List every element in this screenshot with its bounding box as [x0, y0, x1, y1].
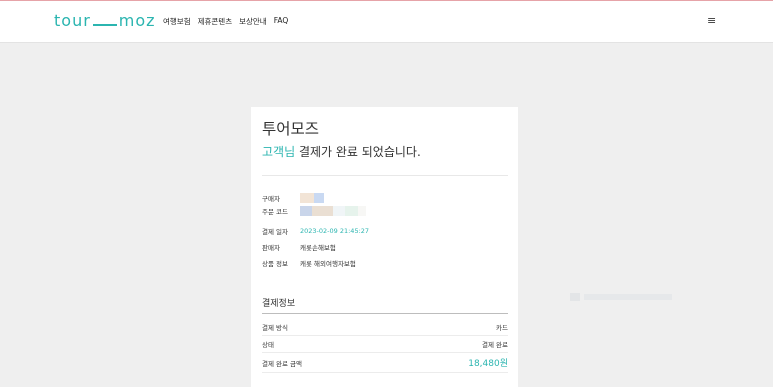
card-divider	[262, 175, 508, 176]
product-label: 상품 정보	[262, 260, 288, 268]
product-row: 상품 정보 캐롯 해외여행자보험	[262, 258, 356, 268]
order-code-row: 주문 코드	[262, 206, 366, 216]
faded-side-element	[570, 292, 674, 301]
hamburger-menu-icon[interactable]: ≡	[707, 14, 716, 27]
faded-block-text	[584, 293, 672, 300]
payment-status-row: 상태 결제 완료	[262, 336, 508, 353]
logo-text-left: tour	[54, 11, 91, 30]
brand-title: 투어모즈	[262, 120, 320, 138]
payment-amount-label: 결제 완료 금액	[262, 359, 303, 368]
payment-method-label: 결제 방식	[262, 324, 288, 332]
logo-text-right: moz	[118, 11, 156, 30]
top-navigation-bar: tour moz 여행보험 제휴콘텐츠 보상안내 FAQ ≡	[0, 1, 773, 43]
payment-method-row: 결제 방식 카드	[262, 319, 508, 336]
nav-compensation-guide[interactable]: 보상안내	[239, 16, 267, 27]
payment-info-line	[262, 313, 508, 314]
main-nav: 여행보험 제휴콘텐츠 보상안내 FAQ	[163, 16, 288, 27]
buyer-label: 구매자	[262, 195, 280, 203]
nav-faq[interactable]: FAQ	[274, 16, 289, 27]
payment-date-row: 결제 일자 2023-02-09 21:45:27	[262, 226, 369, 236]
payment-status-value: 결제 완료	[482, 341, 508, 349]
tourmoz-logo[interactable]: tour moz	[54, 11, 156, 30]
payment-method-value: 카드	[496, 324, 508, 332]
buyer-row: 구매자	[262, 193, 324, 203]
logo-underline	[92, 23, 117, 26]
customer-label: 고객님	[262, 145, 296, 159]
nav-partner-content[interactable]: 제휴콘텐츠	[198, 16, 233, 27]
faded-block-icon	[570, 292, 580, 301]
nav-travel-insurance[interactable]: 여행보험	[163, 16, 191, 27]
order-code-label: 주문 코드	[262, 208, 288, 216]
payment-complete-card: 투어모즈 고객님 결제가 완료 되었습니다. 구매자 주문 코드 결제 일자 2…	[251, 107, 518, 387]
seller-label: 판매자	[262, 244, 280, 252]
payment-amount-row: 결제 완료 금액 18,480원	[262, 353, 508, 373]
payment-date-label: 결제 일자	[262, 228, 288, 236]
payment-amount-value: 18,480원	[468, 359, 508, 369]
buyer-value-redacted	[300, 193, 324, 203]
payment-status-label: 상태	[262, 341, 274, 349]
seller-row: 판매자 캐롯손해보험	[262, 242, 336, 252]
seller-value: 캐롯손해보험	[300, 244, 336, 252]
payment-date-value: 2023-02-09 21:45:27	[300, 227, 370, 235]
completion-message: 고객님 결제가 완료 되었습니다.	[262, 143, 421, 160]
product-value: 캐롯 해외여행자보험	[300, 260, 356, 268]
order-code-value-redacted	[300, 206, 366, 216]
completion-text: 결제가 완료 되었습니다.	[295, 145, 421, 159]
payment-info-title: 결제정보	[262, 299, 296, 309]
